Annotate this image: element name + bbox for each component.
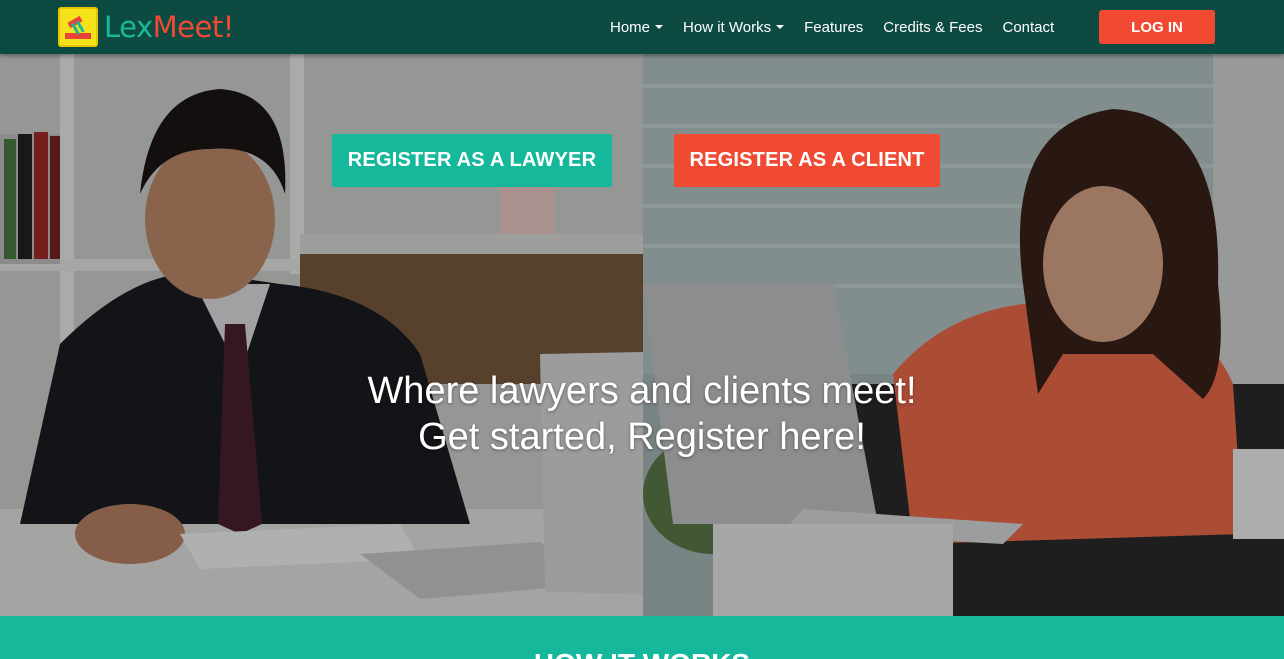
caret-down-icon	[776, 25, 785, 29]
hero-section: REGISTER AS A LAWYER REGISTER AS A CLIEN…	[0, 54, 1284, 616]
nav-item-features[interactable]: Features	[804, 19, 863, 36]
nav-item-credits-fees[interactable]: Credits & Fees	[883, 19, 982, 36]
brand-logo[interactable]: LexMeet!	[58, 6, 234, 48]
top-navbar: LexMeet! Home How it Works Features Cred…	[0, 0, 1284, 54]
hero-headline-line2: Get started, Register here!	[418, 416, 866, 458]
nav-item-label: Contact	[1002, 18, 1055, 36]
how-it-works-title: HOW IT WORKS	[0, 648, 1284, 659]
nav-item-label: Home	[610, 18, 651, 36]
caret-down-icon	[655, 25, 664, 29]
how-it-works-section: HOW IT WORKS	[0, 616, 1284, 659]
nav-item-label: How it Works	[683, 18, 772, 36]
nav-item-home[interactable]: Home	[610, 18, 664, 36]
nav-item-label: Credits & Fees	[883, 18, 983, 36]
brand-name-part2: Meet!	[152, 10, 235, 44]
nav-links: Home How it Works Features Credits & Fee…	[600, 0, 1064, 54]
register-lawyer-button[interactable]: REGISTER AS A LAWYER	[332, 134, 612, 187]
nav-item-how-it-works[interactable]: How it Works	[683, 18, 785, 36]
hero-headline-line1: Where lawyers and clients meet!	[367, 370, 917, 412]
nav-item-contact[interactable]: Contact	[1003, 19, 1055, 36]
gavel-logo-icon	[58, 7, 98, 47]
brand-name: LexMeet!	[104, 10, 234, 44]
brand-name-part1: Lex	[104, 10, 153, 44]
login-button[interactable]: LOG IN	[1099, 10, 1215, 44]
hero-headline: Where lawyers and clients meet! Get star…	[0, 368, 1284, 460]
nav-item-label: Features	[804, 18, 864, 36]
register-client-button[interactable]: REGISTER AS A CLIENT	[674, 134, 940, 187]
hero-dim-overlay	[0, 54, 1284, 616]
